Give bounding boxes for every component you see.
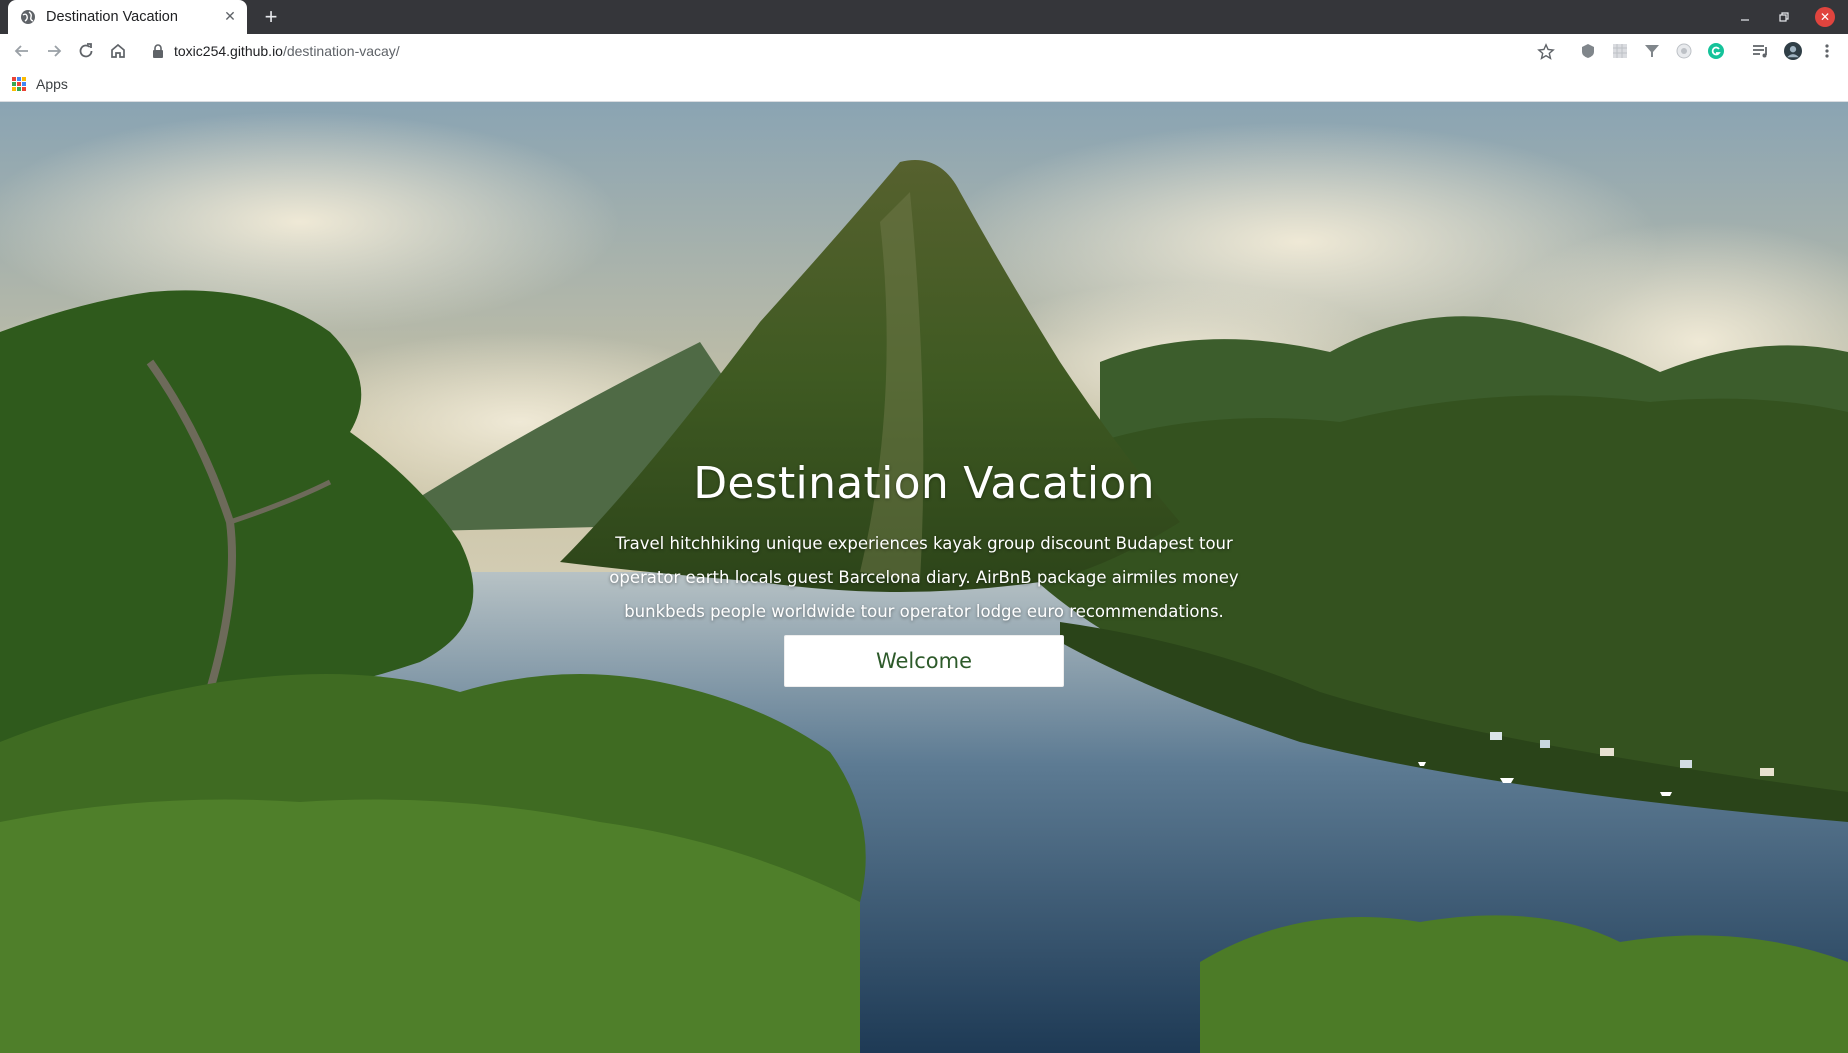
new-tab-button[interactable]: + <box>258 4 284 30</box>
bookmarks-bar: Apps <box>0 68 1848 102</box>
arrow-right-icon <box>48 45 62 57</box>
url-path: /destination-vacay/ <box>282 43 400 59</box>
welcome-button[interactable]: Welcome <box>784 635 1064 687</box>
hero-title: Destination Vacation <box>693 458 1155 509</box>
home-icon <box>111 43 125 58</box>
lock-icon <box>150 43 166 59</box>
apps-grid-icon <box>12 77 26 91</box>
bookmark-star-icon[interactable] <box>1537 43 1555 61</box>
close-tab-icon[interactable]: ✕ <box>219 6 241 28</box>
url-text: toxic254.github.io/destination-vacay/ <box>174 43 400 59</box>
reload-button[interactable] <box>72 37 100 65</box>
restore-window-button[interactable] <box>1767 0 1801 34</box>
bookmark-apps[interactable]: Apps <box>12 76 68 92</box>
minimize-window-button[interactable] <box>1728 0 1762 34</box>
browser-toolbar: toxic254.github.io/destination-vacay/ <box>0 34 1848 68</box>
extension-funnel-icon[interactable] <box>1643 42 1661 60</box>
extension-shield-icon[interactable] <box>1579 42 1597 60</box>
hero-description: Travel hitchhiking unique experiences ka… <box>609 534 1239 621</box>
arrow-left-icon <box>14 45 28 57</box>
web-page: Destination Vacation Travel hitchhiking … <box>0 102 1848 1053</box>
close-icon: ✕ <box>1815 7 1835 27</box>
address-bar[interactable]: toxic254.github.io/destination-vacay/ <box>140 37 1544 65</box>
menu-kebab-icon[interactable] <box>1818 42 1836 60</box>
reload-icon <box>79 43 93 58</box>
grammarly-icon[interactable] <box>1707 42 1725 60</box>
tab-title: Destination Vacation <box>46 9 178 25</box>
forward-button[interactable] <box>40 37 68 65</box>
browser-tab[interactable]: Destination Vacation ✕ <box>8 0 247 34</box>
home-button[interactable] <box>104 37 132 65</box>
browser-titlebar: Destination Vacation ✕ + ✕ <box>0 0 1848 34</box>
close-window-button[interactable]: ✕ <box>1808 0 1842 34</box>
bookmark-apps-label: Apps <box>36 76 68 92</box>
extension-circle-icon[interactable] <box>1675 42 1693 60</box>
hero-section: Destination Vacation Travel hitchhiking … <box>524 458 1324 687</box>
url-host: toxic254.github.io <box>174 43 283 59</box>
profile-avatar[interactable] <box>1784 42 1802 60</box>
media-queue-icon[interactable] <box>1752 42 1770 60</box>
extension-grid-icon[interactable] <box>1611 42 1629 60</box>
globe-icon <box>20 9 36 25</box>
back-button[interactable] <box>8 37 36 65</box>
